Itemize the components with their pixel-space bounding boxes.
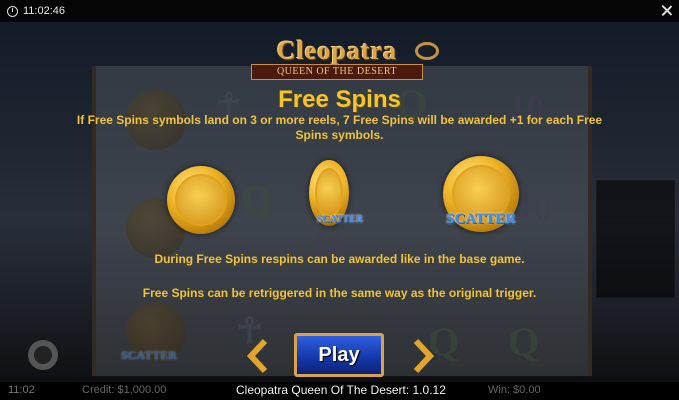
scatter-label: SCATTER [316, 214, 364, 225]
game-version: Cleopatra Queen Of The Desert: 1.0.12 [236, 383, 446, 397]
retrigger-note: Free Spins can be retriggered in the sam… [142, 286, 537, 300]
help-title: Free Spins [278, 86, 401, 113]
chevron-left-icon[interactable] [243, 338, 271, 374]
footer-credit: Credit: $1,000.00 [82, 384, 167, 396]
help-description: If Free Spins symbols land on 3 or more … [76, 113, 603, 142]
respins-note: During Free Spins respins can be awarded… [154, 252, 525, 266]
free-spins-coin-front [167, 166, 235, 234]
clock-icon [7, 5, 18, 17]
pyramid-icon [315, 168, 343, 218]
top-bar: 11:02:46 [0, 0, 679, 22]
game-logo: Cleopatra QUEEN OF THE DESERT [233, 36, 441, 80]
footer-bar: 11:02 Credit: $1,000.00 Cleopatra Queen … [0, 382, 679, 400]
chevron-right-icon[interactable] [410, 338, 438, 374]
logo-title: Cleopatra [276, 36, 398, 65]
logo-subtitle: QUEEN OF THE DESERT [251, 64, 423, 80]
play-button[interactable]: Play [294, 333, 384, 377]
close-icon[interactable] [660, 4, 673, 17]
clock-time: 11:02:46 [23, 5, 66, 17]
footer-time: 11:02 [8, 384, 35, 396]
footer-win: Win: $0.00 [488, 384, 541, 396]
sphinx-icon [175, 174, 227, 226]
eye-of-horus-icon [415, 42, 439, 60]
background-scatter-label: SCATTER [121, 348, 177, 362]
scatter-label-large: SCATTER [446, 211, 516, 227]
gear-icon[interactable] [28, 340, 58, 370]
